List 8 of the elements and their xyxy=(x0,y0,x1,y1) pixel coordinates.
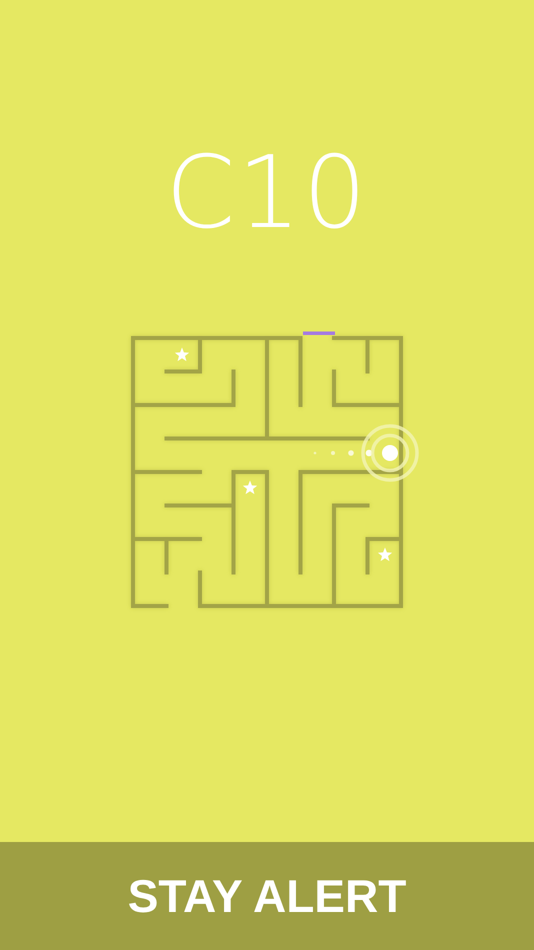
star-icon xyxy=(378,548,392,562)
level-title: C10 xyxy=(165,143,369,243)
exit-marker xyxy=(303,332,335,335)
trail-drawing xyxy=(314,450,372,456)
star-icon xyxy=(242,480,258,494)
ball-icon[interactable] xyxy=(361,424,419,482)
alert-banner: STAY ALERT xyxy=(0,842,534,950)
star-icon xyxy=(174,348,190,362)
